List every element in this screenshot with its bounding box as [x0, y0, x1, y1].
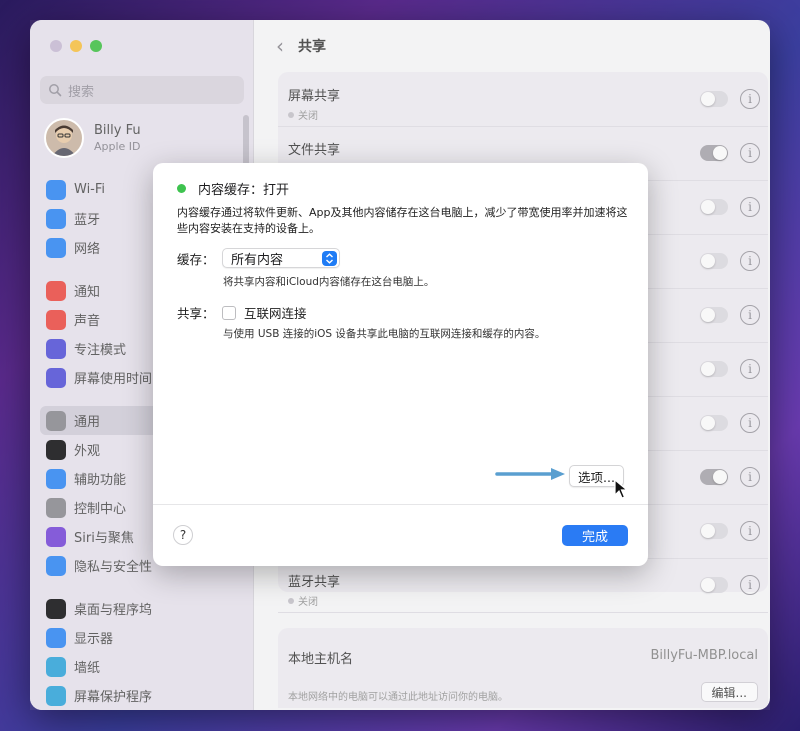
cache-select-value: 所有内容 — [231, 252, 284, 268]
done-button[interactable]: 完成 — [562, 525, 628, 546]
chevron-updown-icon — [322, 251, 337, 266]
cache-help-text: 将共享内容和iCloud内容储存在这台电脑上。 — [223, 276, 435, 288]
share-label: 共享： — [177, 306, 215, 321]
status-on-indicator — [177, 184, 186, 193]
help-button[interactable]: ? — [173, 525, 193, 545]
dialog-description: 内容缓存通过将软件更新、App及其他内容储存在这台电脑上，减少了带宽使用率并加速… — [177, 206, 628, 235]
dialog-divider — [153, 504, 648, 505]
internet-connection-label[interactable]: 互联网连接 — [244, 303, 307, 322]
internet-help-text: 与使用 USB 连接的iOS 设备共享此电脑的互联网连接和缓存的内容。 — [223, 328, 546, 340]
cache-label: 缓存： — [177, 251, 215, 267]
internet-connection-checkbox[interactable] — [222, 305, 236, 320]
dialog-title: 内容缓存：打开 — [198, 183, 290, 198]
annotation-arrow-icon — [495, 468, 565, 480]
cache-select[interactable]: 所有内容 — [222, 248, 340, 268]
mouse-pointer-icon — [614, 479, 628, 499]
content-caching-dialog: 内容缓存：打开 内容缓存通过将软件更新、App及其他内容储存在这台电脑上，减少了… — [153, 163, 648, 566]
